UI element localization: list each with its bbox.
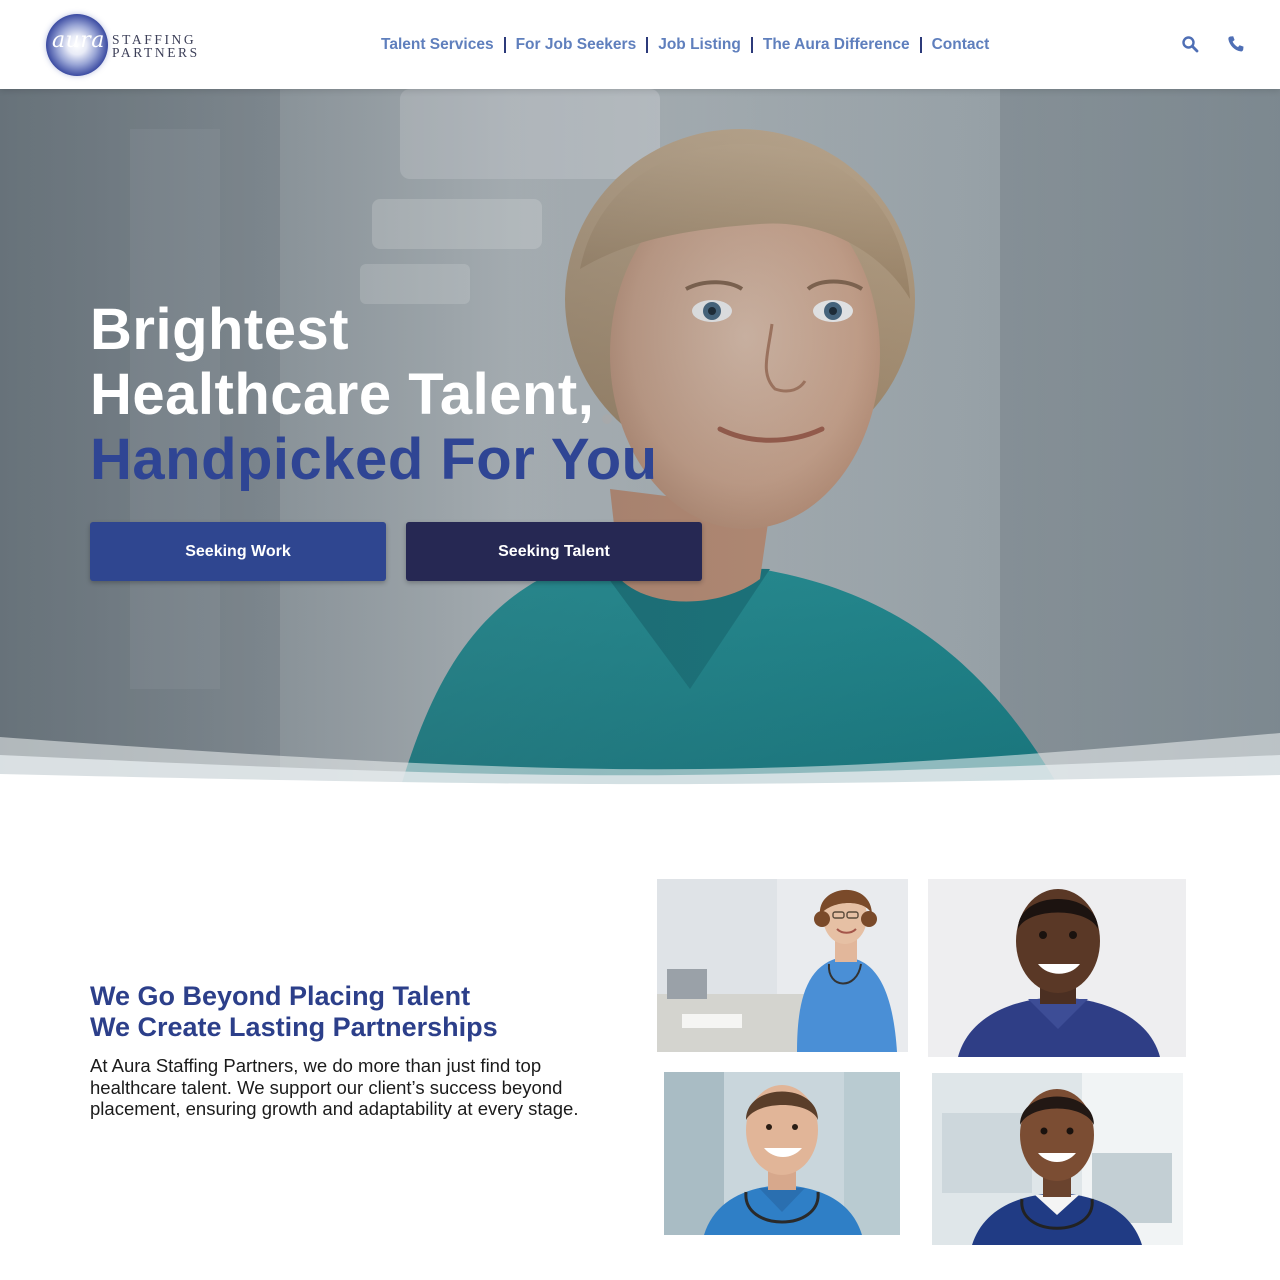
nav-item-aura-difference[interactable]: The Aura Difference [763,36,910,54]
nav-item-contact[interactable]: Contact [932,36,990,54]
partnerships-heading-line-1: We Go Beyond Placing Talent [90,981,471,1011]
nav-divider [503,37,506,53]
site-header: aura STAFFING PARTNERS Talent Services F… [0,0,1280,89]
logo-script-text: aura [52,28,105,53]
partnerships-heading: We Go Beyond Placing Talent We Create La… [90,981,498,1043]
hero-title: Brightest Healthcare Talent, Handpicked … [90,297,658,492]
logo-line-partners: PARTNERS [112,45,200,60]
staff-photo-doctor-stethoscope [932,1073,1183,1245]
main-nav: Talent Services For Job Seekers Job List… [381,34,989,56]
nav-item-for-job-seekers[interactable]: For Job Seekers [516,36,637,54]
logo[interactable]: aura STAFFING PARTNERS [46,14,206,76]
staff-photo-nurse-desk [657,879,908,1052]
nav-divider [919,37,922,53]
staff-photo-male-nurse-portrait [928,879,1186,1057]
seeking-work-button[interactable]: Seeking Work [90,522,386,581]
staff-photo-male-nurse-hospital [664,1072,900,1235]
hero-section: Brightest Healthcare Talent, Handpicked … [0,89,1280,789]
hero-title-line-3: Handpicked For You [90,427,658,492]
hero-title-line-1: Brightest [90,297,350,362]
nav-divider [646,37,649,53]
partnerships-heading-line-2: We Create Lasting Partnerships [90,1012,498,1042]
partnerships-body: At Aura Staffing Partners, we do more th… [90,1055,579,1119]
nav-item-job-listing[interactable]: Job Listing [658,36,741,54]
seeking-talent-button[interactable]: Seeking Talent [406,522,702,581]
hero-bottom-wave [0,733,1280,789]
nav-item-talent-services[interactable]: Talent Services [381,36,494,54]
phone-icon[interactable] [1227,35,1245,53]
nav-divider [750,37,753,53]
search-icon[interactable] [1181,35,1199,53]
hero-title-line-2: Healthcare Talent, [90,362,595,427]
